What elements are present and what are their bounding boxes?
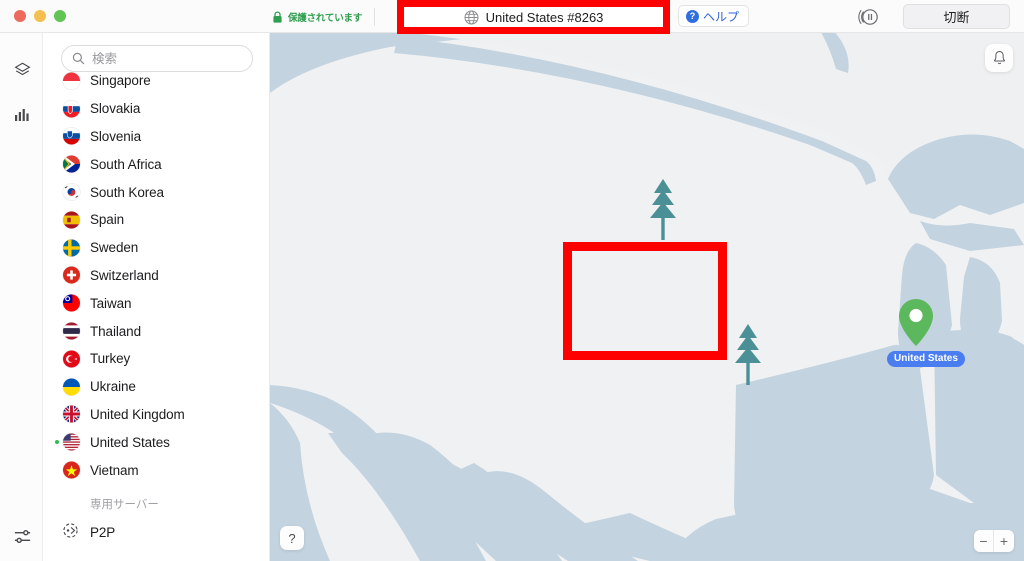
- rail-item-statistics[interactable]: [10, 102, 34, 126]
- lock-icon: [273, 10, 282, 23]
- rail-item-layers[interactable]: [10, 58, 34, 82]
- secure-connection-status: 保護されています: [272, 8, 376, 26]
- country-list-item[interactable]: Sweden: [43, 234, 269, 262]
- country-flag-icon: [63, 239, 80, 257]
- window-traffic-lights: [14, 10, 66, 22]
- country-list-item[interactable]: United Kingdom: [43, 401, 269, 429]
- sidebar: Singapore Slovakia Slovenia South Africa Sou…: [43, 33, 270, 561]
- zoom-out-button[interactable]: −: [974, 530, 994, 552]
- country-list-item[interactable]: Thailand: [43, 317, 269, 345]
- country-flag-icon: [63, 183, 80, 201]
- country-label: Thailand: [90, 323, 141, 339]
- zoom-in-button[interactable]: +: [994, 530, 1014, 552]
- map-help-button[interactable]: ?: [280, 526, 304, 550]
- country-list-item[interactable]: Turkey: [43, 345, 269, 373]
- country-flag-icon: [63, 433, 80, 451]
- country-label: Taiwan: [90, 295, 132, 311]
- layers-icon: [14, 62, 30, 75]
- help-label: ヘルプ: [703, 9, 740, 24]
- search-container: [61, 45, 253, 72]
- country-flag-icon: [63, 322, 80, 340]
- search-input[interactable]: [92, 51, 232, 66]
- country-label: Switzerland: [90, 267, 159, 283]
- app-window: 保護されています United States #8263 ? ヘルプ 切断 検索…: [0, 0, 1024, 561]
- section-title: 専用サーバー: [90, 498, 159, 511]
- close-window-button[interactable]: [14, 10, 26, 22]
- country-flag-icon: [63, 405, 80, 423]
- country-flag-icon: [63, 266, 80, 284]
- map-help-label: ?: [288, 530, 296, 546]
- country-list-item[interactable]: South Africa: [43, 150, 269, 178]
- country-label: Spain: [90, 212, 125, 228]
- disconnect-button[interactable]: 切断: [903, 4, 1010, 29]
- country-flag-icon: [63, 127, 80, 145]
- p2p-icon: [62, 522, 79, 544]
- country-flag-icon: [63, 378, 80, 396]
- minimize-window-button[interactable]: [34, 10, 46, 22]
- server-location-pin[interactable]: United States: [887, 297, 965, 367]
- dedicated-servers-section-header: 専用サーバー: [43, 484, 269, 518]
- country-list-item[interactable]: United States: [43, 428, 269, 456]
- country-list-item[interactable]: South Korea: [43, 178, 269, 206]
- country-flag-icon: [63, 155, 80, 173]
- country-list-item[interactable]: Spain: [43, 206, 269, 234]
- pine-tree-icon: [650, 179, 676, 240]
- secure-connection-label: 保護されています: [288, 13, 363, 24]
- country-list-item[interactable]: Slovenia: [43, 123, 269, 151]
- country-flag-icon: [63, 100, 80, 118]
- map-canvas[interactable]: United States ? − +: [270, 33, 1024, 561]
- country-list-item[interactable]: Taiwan: [43, 289, 269, 317]
- icon-rail: [0, 33, 43, 561]
- country-label: Vietnam: [90, 462, 139, 478]
- search-icon: [72, 52, 85, 65]
- url-bar[interactable]: United States #8263: [404, 7, 663, 27]
- map-pin-highlight: [563, 242, 727, 360]
- country-label: South Korea: [90, 184, 164, 200]
- country-label: South Africa: [90, 156, 162, 172]
- globe-icon: [464, 10, 479, 24]
- country-list-item[interactable]: Vietnam: [43, 456, 269, 484]
- country-flag-icon: [63, 350, 80, 368]
- notifications-button[interactable]: [985, 44, 1013, 72]
- pine-tree-icon: [735, 324, 761, 385]
- country-list[interactable]: Singapore Slovakia Slovenia South Africa Sou…: [43, 72, 269, 561]
- country-label: Sweden: [90, 240, 139, 256]
- sidebar-item-p2p[interactable]: P2P: [43, 518, 269, 548]
- country-list-item[interactable]: Ukraine: [43, 373, 269, 401]
- rail-item-settings[interactable]: [10, 524, 34, 548]
- pause-circle-icon[interactable]: [858, 6, 880, 28]
- country-flag-icon: [63, 211, 80, 229]
- map-pin-icon: [899, 299, 933, 346]
- country-label: Ukraine: [90, 379, 136, 395]
- map-zoom-controls[interactable]: − +: [974, 530, 1014, 552]
- country-flag-icon: [63, 72, 80, 90]
- help-button[interactable]: ? ヘルプ: [678, 5, 750, 27]
- connected-indicator-dot: [55, 440, 59, 445]
- bell-icon: [993, 51, 1005, 65]
- sliders-icon: [14, 529, 30, 543]
- url-text: United States #8263: [485, 9, 604, 25]
- question-circle-icon: ?: [686, 9, 699, 23]
- p2p-label: P2P: [90, 525, 116, 541]
- search-box[interactable]: [61, 45, 253, 72]
- country-flag-icon: [63, 294, 80, 312]
- bar-chart-icon: [15, 109, 29, 121]
- country-label: Singapore: [90, 73, 151, 89]
- pin-label: United States: [887, 351, 965, 367]
- country-flag-icon: [63, 461, 80, 479]
- country-label: Slovenia: [90, 128, 141, 144]
- country-list-item[interactable]: Switzerland: [43, 262, 269, 290]
- country-label: Turkey: [90, 351, 131, 367]
- country-label: United Kingdom: [90, 406, 185, 422]
- country-list-item[interactable]: Slovakia: [43, 95, 269, 123]
- country-label: Slovakia: [90, 101, 141, 117]
- maximize-window-button[interactable]: [54, 10, 66, 22]
- country-label: United States: [90, 434, 170, 450]
- titlebar: 保護されています United States #8263 ? ヘルプ 切断: [0, 0, 1024, 34]
- disconnect-label: 切断: [943, 10, 970, 25]
